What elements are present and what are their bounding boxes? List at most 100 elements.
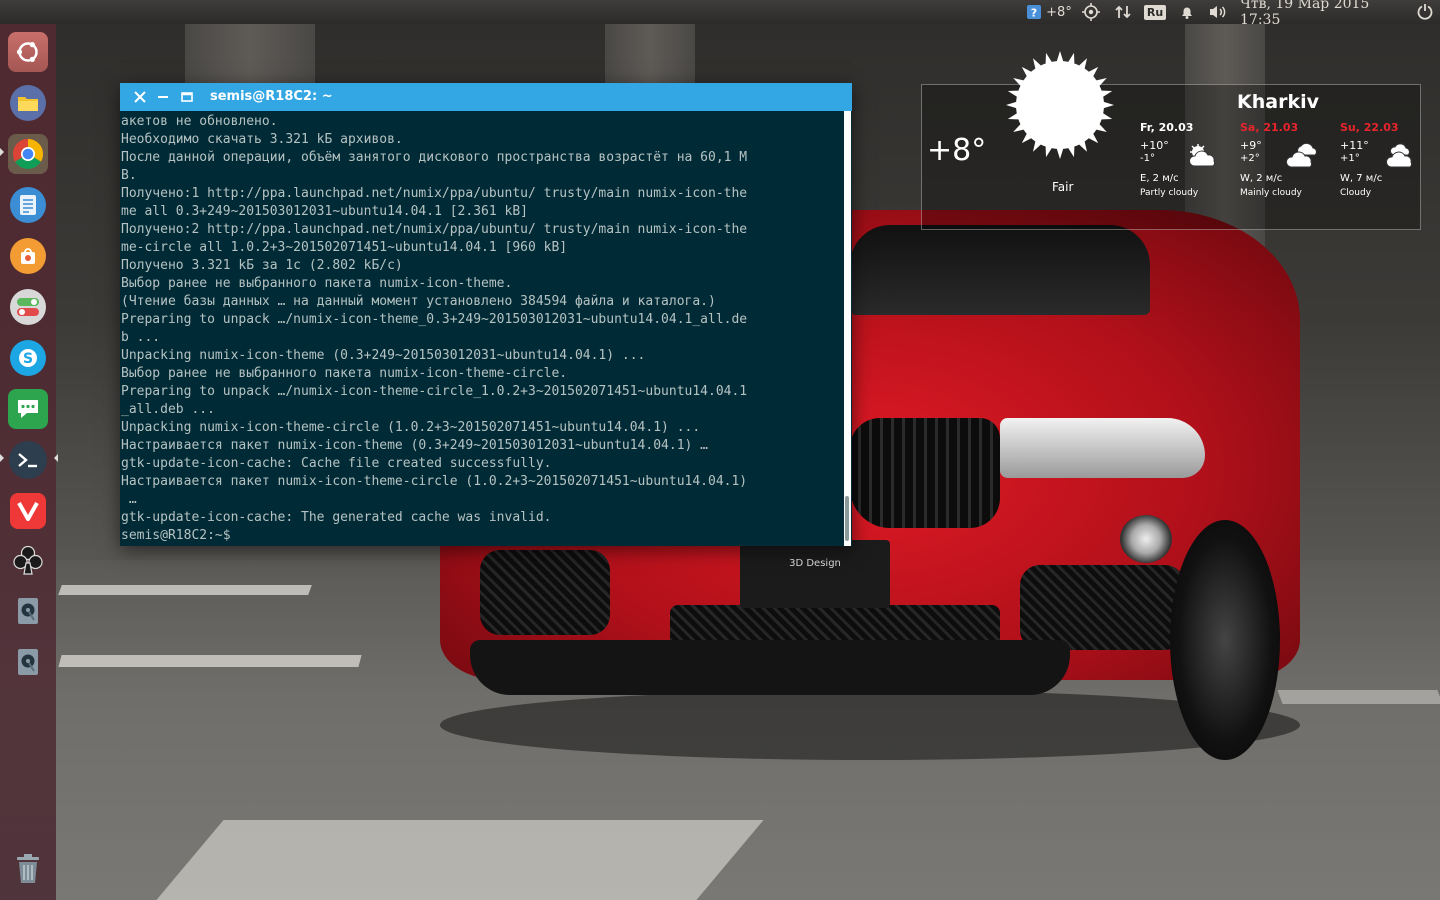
keyboard-layout-indicator[interactable]: Ru (1143, 0, 1167, 24)
terminal-line: me-circle all 1.0.2+3~201502071451~ubunt… (121, 240, 568, 255)
weather-widget[interactable]: +8° Fair Kharkiv Fr, 20.03 +10° -1° E, 2… (921, 51, 1421, 230)
terminal-titlebar[interactable]: semis@R18C2: ~ (120, 83, 852, 111)
terminal-icon (9, 441, 47, 479)
terminal-line: me all 0.3+249~201503012031~ubuntu14.04.… (121, 204, 528, 219)
forecast-wind: W, 2 м/с (1240, 173, 1283, 184)
minimize-button[interactable] (153, 87, 173, 107)
volume-icon[interactable] (1206, 0, 1230, 24)
forecast-low: +2° (1240, 153, 1260, 164)
forecast-low: -1° (1140, 153, 1155, 164)
forecast-date: Sa, 21.03 (1240, 121, 1299, 134)
terminal-line: semis@R18C2:~$ (121, 528, 231, 543)
forecast-wind: W, 7 м/с (1340, 173, 1383, 184)
disk-icon (15, 596, 41, 630)
terminal-line: Выбор ранее не выбранного пакета numix-i… (121, 276, 513, 291)
launcher-software-center-button[interactable] (5, 233, 51, 279)
forecast-description: Mainly cloudy (1240, 188, 1302, 198)
launcher-trash-button[interactable] (5, 848, 51, 894)
launcher-settings-button[interactable] (5, 284, 51, 330)
terminal-line: Preparing to unpack …/numix-icon-theme-c… (121, 384, 748, 399)
current-condition: Fair (1052, 180, 1074, 194)
ubuntu-logo-icon (8, 32, 48, 72)
launcher-dash-button[interactable] (5, 29, 51, 75)
car-foglight (1120, 515, 1172, 563)
forecast-date: Fr, 20.03 (1140, 121, 1194, 134)
launcher-chrome-button[interactable] (5, 131, 51, 177)
location-icon[interactable] (1080, 0, 1102, 24)
current-temperature: +8° (927, 133, 987, 168)
car-bumper (470, 640, 1070, 695)
car-air-intake (1020, 565, 1185, 650)
terminal-line: (Чтение базы данных … на данный момент у… (121, 294, 716, 309)
scrollbar[interactable] (844, 111, 851, 546)
maximize-icon (181, 92, 193, 102)
launcher-disk-button-2[interactable] (5, 641, 51, 687)
launcher-solitaire-button[interactable] (5, 539, 51, 585)
car-license-plate: 3D Design (740, 540, 890, 608)
road-marking (156, 820, 764, 900)
terminal-line: … (121, 492, 137, 507)
weather-indicator-icon[interactable]: ? (1024, 0, 1044, 24)
forecast-description: Partly cloudy (1140, 188, 1199, 198)
launcher: S (0, 24, 58, 900)
terminal-line: _all.deb ... (121, 402, 215, 417)
trash-icon (14, 853, 42, 889)
chrome-icon (8, 134, 48, 174)
svg-text:S: S (23, 351, 33, 367)
terminal-window[interactable]: semis@R18C2: ~ акетов не обновлено. Необх… (120, 83, 852, 546)
launcher-disk-button-1[interactable] (5, 590, 51, 636)
weather-indicator-temp[interactable]: +8° (1044, 0, 1074, 24)
document-icon (10, 187, 46, 223)
car-shadow (440, 690, 1300, 760)
launcher-skype-button[interactable]: S (5, 335, 51, 381)
forecast-day: Fr, 20.03 +10° -1° E, 2 м/с Partly cloud… (1140, 121, 1230, 198)
terminal-line: После данной операции, объём занятого ди… (121, 150, 748, 165)
svg-text:?: ? (1031, 7, 1037, 20)
terminal-line: gtk-update-icon-cache: Cache file create… (121, 456, 552, 471)
disk-icon (15, 647, 41, 681)
minimize-icon (158, 96, 168, 98)
close-icon (134, 91, 146, 103)
terminal-line: Необходимо скачать 3.321 kБ архивов. (121, 132, 403, 147)
forecast-low: +1° (1340, 153, 1360, 164)
forecast-day: Sa, 21.03 +9° +2° W, 2 м/с Mainly cloudy (1240, 121, 1330, 198)
chat-bubble-icon (8, 389, 48, 429)
scrollbar-thumb[interactable] (845, 496, 849, 541)
terminal-line: Получено 3.321 kБ за 1с (2.802 kБ/c) (121, 258, 403, 273)
launcher-files-button[interactable] (5, 80, 51, 126)
mostly-cloudy-icon (1285, 142, 1320, 172)
launcher-hangouts-button[interactable] (5, 386, 51, 432)
keyboard-layout-label: Ru (1143, 4, 1167, 20)
vivaldi-icon (10, 493, 46, 529)
forecast-high: +9° (1240, 139, 1262, 152)
club-icon (11, 543, 45, 581)
cloudy-icon (1385, 143, 1420, 172)
car-air-intake (480, 550, 610, 635)
car-grille (850, 418, 1000, 528)
close-button[interactable] (130, 87, 150, 107)
network-icon[interactable] (1112, 0, 1134, 24)
forecast-high: +11° (1340, 139, 1369, 152)
forecast-high: +10° (1140, 139, 1169, 152)
launcher-vivaldi-button[interactable] (5, 488, 51, 534)
road-marking (1277, 690, 1440, 704)
maximize-button[interactable] (177, 87, 197, 107)
terminal-line: Получено:1 http://ppa.launchpad.net/numi… (121, 186, 748, 201)
terminal-line: Unpacking numix-icon-theme-circle (1.0.2… (121, 420, 701, 435)
terminal-line: b ... (121, 330, 161, 345)
plate-text: 3D Design (789, 558, 841, 569)
sun-icon (1004, 49, 1116, 161)
terminal-line: Preparing to unpack …/numix-icon-theme_0… (121, 312, 748, 327)
power-gear-icon[interactable] (1414, 0, 1436, 24)
car-headlight (1000, 418, 1205, 478)
clock[interactable]: Чтв, 19 Мар 2015 17:35 (1240, 0, 1408, 28)
notification-bell-icon[interactable] (1176, 0, 1198, 24)
toggle-icon (10, 289, 46, 325)
running-indicator (0, 454, 4, 462)
launcher-text-editor-button[interactable] (5, 182, 51, 228)
forecast-day: Su, 22.03 +11° +1° W, 7 м/с Cloudy (1340, 121, 1430, 198)
launcher-terminal-button[interactable] (5, 437, 51, 483)
forecast-description: Cloudy (1340, 188, 1372, 198)
terminal-output[interactable]: акетов не обновлено. Необходимо скачать 3… (121, 113, 843, 545)
terminal-line: Unpacking numix-icon-theme (0.3+249~2015… (121, 348, 646, 363)
